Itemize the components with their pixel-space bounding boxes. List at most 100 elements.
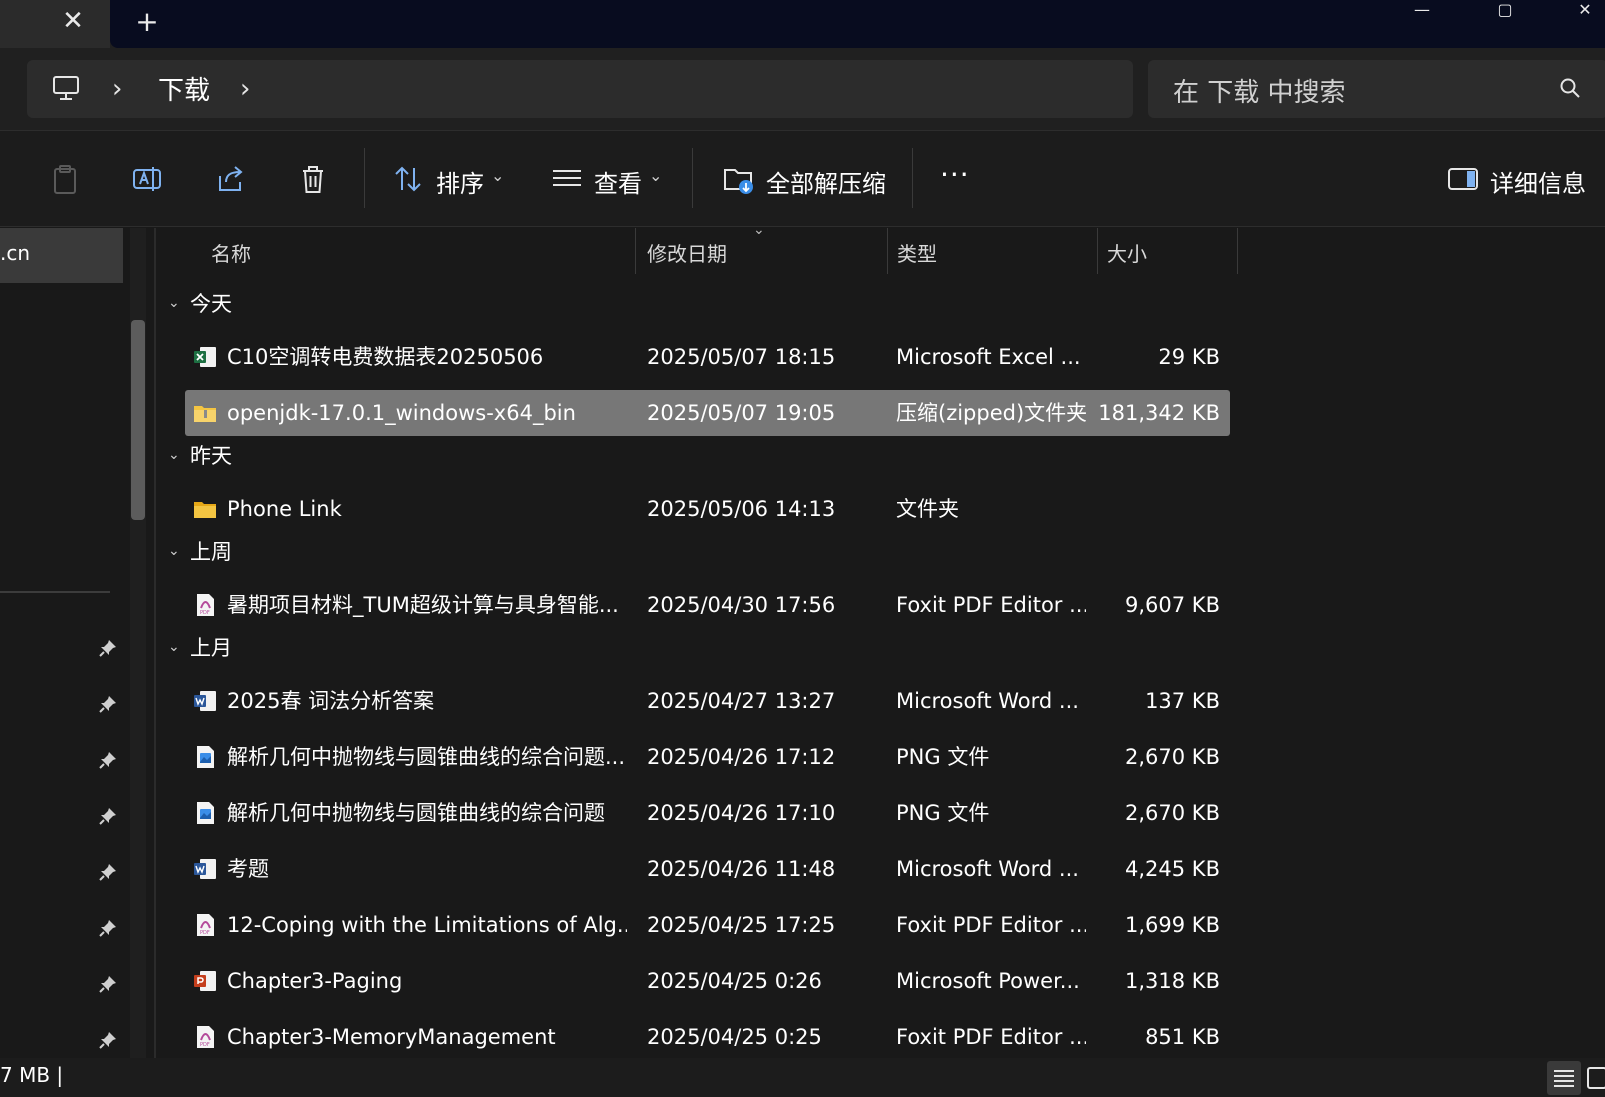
file-type: Microsoft Power... <box>896 969 1080 993</box>
pin-icon[interactable] <box>98 806 118 826</box>
file-row[interactable]: 2025春 词法分析答案 2025/04/27 13:27 Microsoft Wo… <box>185 678 1230 724</box>
nav-divider <box>0 591 110 593</box>
file-type: PNG 文件 <box>896 801 990 825</box>
word-icon <box>194 691 216 711</box>
tab-downloads[interactable] <box>0 0 110 50</box>
pin-icon[interactable] <box>98 750 118 770</box>
column-header-name[interactable]: 名称 <box>211 238 251 267</box>
nav-scrollbar-thumb[interactable] <box>131 320 145 520</box>
file-name: 解析几何中抛物线与圆锥曲线的综合问题... <box>227 745 626 769</box>
file-row[interactable]: Chapter3-Paging 2025/04/25 0:26 Microsoft … <box>185 958 1230 1004</box>
file-row[interactable]: 解析几何中抛物线与圆锥曲线的综合问题... 2025/04/26 17:12 PNG… <box>185 734 1230 780</box>
chevron-down-icon[interactable]: ⌄ <box>168 295 182 311</box>
maximize-icon[interactable]: ▢ <box>1485 0 1525 20</box>
file-date: 2025/04/26 17:10 <box>647 801 836 825</box>
file-date: 2025/05/06 14:13 <box>647 497 836 521</box>
group-header[interactable]: ⌄ 上周 <box>168 535 232 567</box>
pdf-icon: PDF <box>197 914 214 936</box>
nav-item-label[interactable]: .cn <box>0 241 30 265</box>
group-label: 昨天 <box>190 444 232 468</box>
pin-icon[interactable] <box>98 1030 118 1050</box>
file-date: 2025/05/07 19:05 <box>647 401 836 425</box>
pin-icon[interactable] <box>98 974 118 994</box>
column-header-date[interactable]: 修改日期 <box>647 238 727 267</box>
breadcrumb-downloads[interactable]: 下载 <box>158 70 210 107</box>
status-bar <box>0 1058 1605 1097</box>
file-row[interactable]: PDF 暑期项目材料_TUM超级计算与具身智能... 2025/04/30 17:5… <box>185 582 1230 628</box>
group-header[interactable]: ⌄ 今天 <box>168 287 232 319</box>
search-icon[interactable] <box>1558 76 1582 100</box>
file-row[interactable]: PDF Chapter3-MemoryManagement 2025/04/25 0… <box>185 1014 1230 1060</box>
file-date: 2025/04/25 0:25 <box>647 1025 822 1049</box>
column-divider[interactable] <box>635 228 636 274</box>
pane-divider[interactable] <box>154 228 156 1058</box>
group-label: 今天 <box>190 292 232 316</box>
file-date: 2025/04/27 13:27 <box>647 689 836 713</box>
details-button[interactable]: 详细信息 <box>1490 164 1586 199</box>
file-row[interactable]: Phone Link 2025/05/06 14:13 文件夹 <box>185 486 1230 532</box>
file-name: openjdk-17.0.1_windows-x64_bin <box>227 401 576 425</box>
file-name: C10空调转电费数据表20250506 <box>227 345 544 369</box>
sort-icon[interactable] <box>392 162 426 196</box>
file-type: Foxit PDF Editor ... <box>896 913 1086 937</box>
sort-button[interactable]: 排序 <box>436 164 484 199</box>
status-text: 7 MB | <box>0 1063 64 1087</box>
extract-all-icon[interactable] <box>722 162 756 196</box>
tab-strip <box>110 0 1605 48</box>
minimize-icon[interactable]: — <box>1402 0 1442 20</box>
share-icon[interactable] <box>214 162 248 196</box>
breadcrumb-chevron-icon[interactable]: › <box>240 74 250 104</box>
breadcrumb-chevron-icon[interactable]: › <box>112 74 122 104</box>
file-row[interactable]: C10空调转电费数据表20250506 2025/05/07 18:15 Micro… <box>185 334 1230 380</box>
chevron-down-icon[interactable]: ⌄ <box>168 447 182 463</box>
file-size: 29 KB <box>1158 345 1220 369</box>
file-name: 12-Coping with the Limitations of Alg... <box>227 913 627 937</box>
details-view-icon[interactable] <box>1547 1061 1581 1095</box>
search-input[interactable]: 在 下载 中搜索 <box>1173 72 1346 109</box>
chevron-down-icon[interactable]: ⌄ <box>168 543 182 559</box>
file-row[interactable]: 考题 2025/04/26 11:48 Microsoft Word ... 4,24… <box>185 846 1230 892</box>
view-icon[interactable] <box>550 162 584 196</box>
pin-icon[interactable] <box>98 638 118 658</box>
file-date: 2025/05/07 18:15 <box>647 345 836 369</box>
file-size: 1,699 KB <box>1125 913 1220 937</box>
column-divider[interactable] <box>1237 228 1238 274</box>
png-icon <box>197 746 214 768</box>
details-pane-icon[interactable] <box>1446 162 1480 196</box>
group-header[interactable]: ⌄ 上月 <box>168 631 232 663</box>
column-divider[interactable] <box>887 228 888 274</box>
file-type: Microsoft Excel ... <box>896 345 1081 369</box>
chevron-down-icon[interactable]: ⌄ <box>168 639 182 655</box>
delete-icon[interactable] <box>296 162 330 196</box>
excel-icon <box>194 347 216 367</box>
svg-text:PDF: PDF <box>200 930 210 936</box>
group-header[interactable]: ⌄ 昨天 <box>168 439 232 471</box>
tiles-view-icon[interactable] <box>1584 1061 1605 1095</box>
rename-icon[interactable] <box>131 162 165 196</box>
file-row[interactable]: 解析几何中抛物线与圆锥曲线的综合问题 2025/04/26 17:10 PNG 文件… <box>185 790 1230 836</box>
file-row[interactable]: PDF 12-Coping with the Limitations of Alg… <box>185 902 1230 948</box>
paste-icon[interactable] <box>48 162 82 196</box>
computer-icon[interactable] <box>52 74 80 102</box>
chevron-down-icon[interactable]: ⌄ <box>491 166 504 185</box>
column-header-size[interactable]: 大小 <box>1107 238 1147 267</box>
file-type: Microsoft Word ... <box>896 857 1079 881</box>
extract-all-button[interactable]: 全部解压缩 <box>766 164 886 199</box>
column-header-type[interactable]: 类型 <box>897 238 937 267</box>
file-name: Phone Link <box>227 497 342 521</box>
close-tab-icon[interactable]: ✕ <box>56 4 90 38</box>
pin-icon[interactable] <box>98 918 118 938</box>
column-divider[interactable] <box>1097 228 1098 274</box>
view-button[interactable]: 查看 <box>594 164 642 199</box>
file-type: 压缩(zipped)文件夹 <box>896 401 1086 425</box>
close-window-icon[interactable]: ✕ <box>1565 0 1605 20</box>
file-date: 2025/04/25 0:26 <box>647 969 822 993</box>
pin-icon[interactable] <box>98 862 118 882</box>
file-row[interactable]: openjdk-17.0.1_windows-x64_bin 2025/05/07… <box>185 390 1230 436</box>
new-tab-icon[interactable]: + <box>130 4 164 38</box>
pin-icon[interactable] <box>98 694 118 714</box>
file-size: 2,670 KB <box>1125 745 1220 769</box>
chevron-down-icon[interactable]: ⌄ <box>649 166 662 185</box>
more-options-icon[interactable]: ··· <box>940 158 970 191</box>
file-type: 文件夹 <box>896 497 959 521</box>
